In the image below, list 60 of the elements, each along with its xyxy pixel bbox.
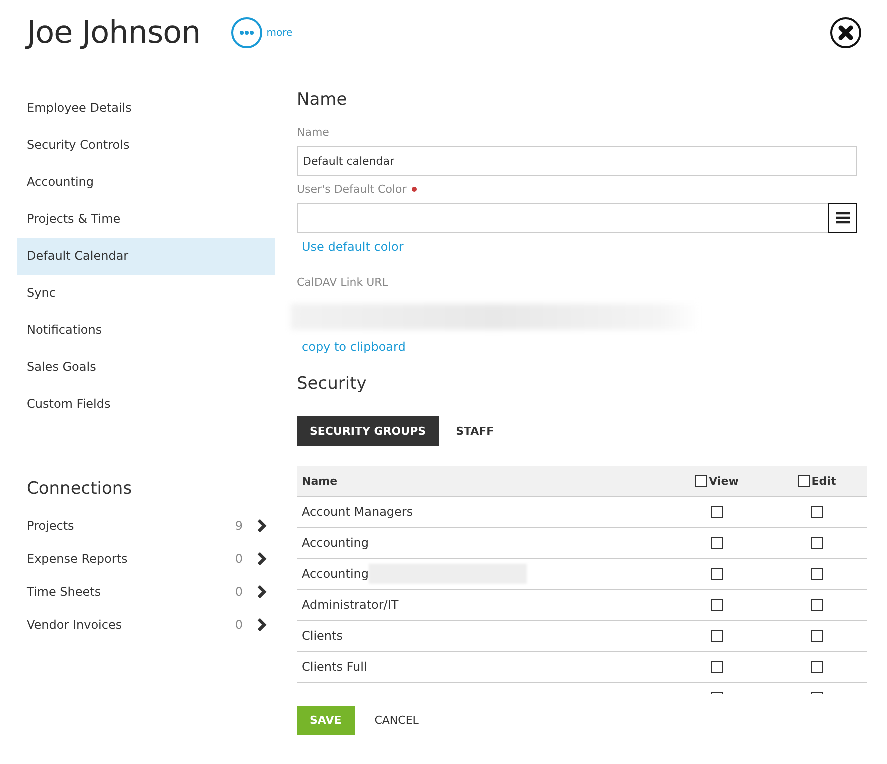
- person-name: Joe Johnson: [27, 15, 201, 51]
- checkbox[interactable]: [811, 630, 823, 642]
- field-label: Name: [297, 126, 330, 139]
- table-cell: Accounting: [302, 536, 370, 550]
- table-cell: Clients: [302, 629, 343, 643]
- table-cell: Accounting: [302, 567, 370, 581]
- section-heading: Name: [297, 90, 348, 110]
- sidebar-item[interactable]: Accounting: [17, 164, 275, 201]
- checkbox[interactable]: [811, 537, 823, 549]
- checkbox[interactable]: [798, 475, 810, 487]
- chevron-right-icon[interactable]: [257, 518, 267, 532]
- connection-count: 0: [235, 552, 243, 566]
- connection-count: 9: [235, 518, 243, 532]
- table-cell: Account Managers: [302, 505, 414, 519]
- checkbox[interactable]: [811, 506, 823, 518]
- checkbox[interactable]: [811, 661, 823, 673]
- sidebar-item[interactable]: Security Controls: [17, 127, 275, 164]
- checkbox[interactable]: [711, 599, 723, 611]
- connection-count: 0: [235, 584, 243, 598]
- chevron-right-icon[interactable]: [257, 584, 267, 598]
- sidebar-item[interactable]: Notifications: [17, 312, 275, 349]
- connection-count: 0: [235, 618, 243, 632]
- chevron-right-icon[interactable]: [257, 552, 267, 566]
- field-label: CalDAV Link URL: [297, 276, 390, 289]
- close-icon[interactable]: [830, 17, 862, 49]
- column-header: Name: [301, 474, 339, 488]
- connections-heading: Connections: [27, 479, 134, 499]
- cancel-button[interactable]: CANCEL: [368, 713, 425, 728]
- column-header: Edit: [812, 474, 836, 488]
- checkbox[interactable]: [711, 661, 723, 673]
- chevron-right-icon[interactable]: [257, 618, 267, 632]
- field-label: User's Default Color: [297, 183, 407, 196]
- name-input[interactable]: Default calendar: [297, 146, 857, 176]
- column-header: View: [709, 474, 739, 488]
- checkbox[interactable]: [711, 537, 723, 549]
- checkbox[interactable]: [811, 568, 823, 580]
- connection-label[interactable]: Projects: [27, 518, 236, 532]
- checkbox[interactable]: [695, 475, 708, 487]
- sidebar-item[interactable]: Custom Fields: [17, 386, 275, 423]
- checkbox[interactable]: [811, 599, 823, 611]
- tab[interactable]: STAFF: [443, 416, 508, 446]
- checkbox[interactable]: [711, 506, 723, 518]
- table-cell: Administrator/IT: [302, 598, 399, 612]
- sidebar-item[interactable]: Default Calendar: [17, 238, 275, 275]
- sidebar-item[interactable]: Sync: [17, 275, 275, 312]
- section-heading: Security: [297, 374, 368, 394]
- checkbox[interactable]: [711, 630, 723, 642]
- connection-label[interactable]: Expense Reports: [27, 552, 236, 566]
- menu-button[interactable]: [828, 203, 857, 233]
- menu-icon: [836, 212, 850, 224]
- more-icon[interactable]: [230, 17, 263, 49]
- checkbox[interactable]: [711, 568, 723, 580]
- connection-label[interactable]: Time Sheets: [27, 584, 236, 598]
- table-cell: Clients Full: [302, 660, 368, 674]
- tab[interactable]: SECURITY GROUPS: [297, 416, 440, 446]
- sidebar-item[interactable]: Employee Details: [17, 90, 275, 127]
- color-input[interactable]: [297, 203, 828, 233]
- sidebar-item[interactable]: Projects & Time: [17, 201, 275, 238]
- sidebar-item[interactable]: Sales Goals: [17, 349, 275, 386]
- connection-label[interactable]: Vendor Invoices: [27, 618, 236, 632]
